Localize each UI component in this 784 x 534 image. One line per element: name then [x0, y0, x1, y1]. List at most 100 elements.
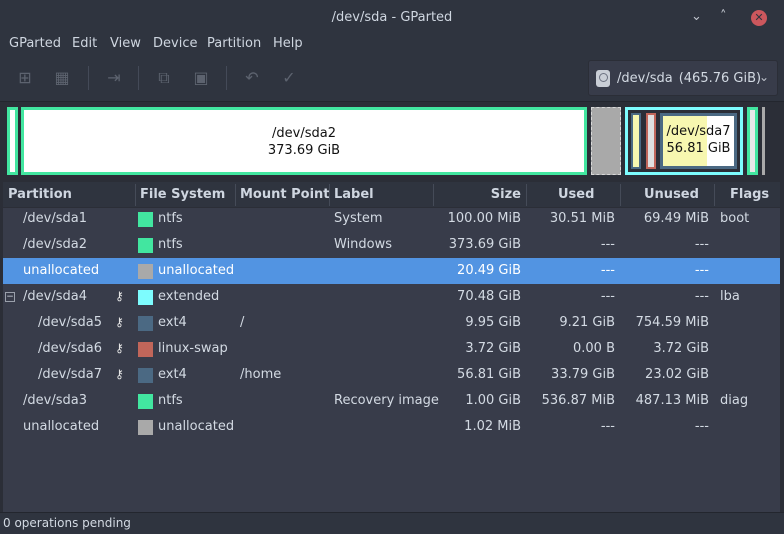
table-row[interactable]: /dev/sda1 ntfs System 100.00 MiB 30.51 M…	[3, 206, 780, 232]
mount-cell: /	[240, 315, 245, 330]
used-cell: ---	[600, 289, 615, 304]
flags-cell: lba	[720, 289, 740, 304]
menu-gparted[interactable]: GParted	[9, 36, 61, 51]
label-cell: Windows	[334, 237, 393, 252]
undo-icon[interactable]: ↶	[242, 68, 262, 88]
close-icon[interactable]: ✕	[751, 10, 767, 26]
status-bar: 0 operations pending	[0, 512, 784, 534]
diskmap-sda5-used	[633, 115, 639, 167]
new-partition-icon[interactable]: ⊞	[15, 68, 35, 88]
fs-color-swatch	[138, 342, 153, 357]
menu-device[interactable]: Device	[153, 36, 197, 51]
device-size: (465.76 GiB)	[678, 71, 762, 86]
unused-cell: ---	[694, 263, 709, 278]
menu-view[interactable]: View	[110, 36, 141, 51]
filesystem-cell: unallocated	[158, 263, 235, 278]
partition-cell: /dev/sda4	[23, 289, 87, 304]
diskmap-sda2[interactable]: /dev/sda2 373.69 GiB	[21, 107, 587, 175]
diskmap-sda4-extended[interactable]: /dev/sda7 56.81 GiB	[625, 107, 743, 175]
menu-help[interactable]: Help	[273, 36, 303, 51]
column-separator[interactable]	[433, 184, 434, 206]
key-icon: ⚷	[115, 341, 124, 355]
collapse-icon[interactable]: −	[5, 292, 15, 302]
used-cell: ---	[600, 237, 615, 252]
column-separator[interactable]	[714, 184, 715, 206]
device-label: /dev/sda (465.76 GiB)	[617, 71, 761, 86]
filesystem-cell: ext4	[158, 367, 187, 382]
title-bar: /dev/sda - GParted ⌄ ˄ ✕	[0, 0, 784, 36]
diskmap-sda7[interactable]: /dev/sda7 56.81 GiB	[660, 113, 737, 169]
key-icon: ⚷	[115, 367, 124, 381]
minimize-icon[interactable]: ⌄	[691, 9, 702, 25]
delete-partition-icon[interactable]: ▦	[52, 68, 72, 88]
partition-cell: /dev/sda7	[38, 367, 102, 382]
diskmap-sda6[interactable]	[646, 113, 656, 169]
partition-cell: /dev/sda5	[38, 315, 102, 330]
column-mount-point[interactable]: Mount Point	[240, 187, 330, 202]
column-separator[interactable]	[235, 184, 236, 206]
disk-map: /dev/sda2 373.69 GiB /dev/sda7 56.81 GiB	[0, 102, 784, 180]
unused-cell: 23.02 GiB	[645, 367, 709, 382]
table-row[interactable]: /dev/sda3 ntfs Recovery image 1.00 GiB 5…	[3, 388, 780, 414]
column-file-system[interactable]: File System	[140, 187, 225, 202]
table-row[interactable]: /dev/sda5 ⚷ ext4 / 9.95 GiB 9.21 GiB 754…	[3, 310, 780, 336]
toolbar-separator	[88, 66, 89, 90]
copy-icon[interactable]: ⧉	[154, 68, 174, 88]
diskmap-sda7-label: /dev/sda7 56.81 GiB	[660, 123, 737, 157]
chevron-down-icon: ⌄	[759, 70, 770, 84]
menu-partition[interactable]: Partition	[207, 36, 261, 51]
resize-move-icon[interactable]: ⇥	[104, 68, 124, 88]
diskmap-sda2-name: /dev/sda2	[272, 126, 336, 141]
used-cell: 30.51 MiB	[549, 211, 615, 226]
paste-icon[interactable]: ▣	[191, 68, 211, 88]
used-cell: 9.21 GiB	[559, 315, 615, 330]
used-cell: ---	[600, 419, 615, 434]
unused-cell: ---	[694, 237, 709, 252]
diskmap-unallocated[interactable]	[591, 107, 621, 175]
diskmap-sda2-size: 373.69 GiB	[267, 143, 341, 158]
diskmap-unallocated-end[interactable]	[762, 107, 765, 175]
diskmap-sda5[interactable]	[631, 113, 641, 169]
column-partition[interactable]: Partition	[8, 187, 72, 202]
partition-cell: unallocated	[23, 263, 100, 278]
size-cell: 9.95 GiB	[465, 315, 521, 330]
column-used[interactable]: Used	[558, 187, 594, 202]
menu-edit[interactable]: Edit	[72, 36, 97, 51]
size-cell: 1.00 GiB	[465, 393, 521, 408]
size-cell: 20.49 GiB	[457, 263, 521, 278]
unused-cell: ---	[694, 289, 709, 304]
table-row[interactable]: /dev/sda7 ⚷ ext4 /home 56.81 GiB 33.79 G…	[3, 362, 780, 388]
fs-color-swatch	[138, 238, 153, 253]
column-separator[interactable]	[135, 184, 136, 206]
table-row[interactable]: /dev/sda6 ⚷ linux-swap 3.72 GiB 0.00 B 3…	[3, 336, 780, 362]
diskmap-sda1[interactable]	[7, 107, 18, 175]
apply-icon[interactable]: ✓	[279, 68, 299, 88]
table-row[interactable]: − /dev/sda4 ⚷ extended 70.48 GiB --- ---…	[3, 284, 780, 310]
fs-color-swatch	[138, 420, 153, 435]
column-separator[interactable]	[526, 184, 527, 206]
filesystem-cell: extended	[158, 289, 220, 304]
used-cell: ---	[600, 263, 615, 278]
diskmap-sda6-fill	[648, 115, 654, 167]
fs-color-swatch	[138, 316, 153, 331]
table-row-selected[interactable]: unallocated unallocated 20.49 GiB --- --…	[3, 258, 780, 284]
maximize-icon[interactable]: ˄	[720, 9, 727, 25]
diskmap-sda2-label: /dev/sda2 373.69 GiB	[21, 125, 587, 159]
partition-cell: /dev/sda1	[23, 211, 87, 226]
diskmap-sda3[interactable]	[747, 107, 758, 175]
used-cell: 0.00 B	[573, 341, 615, 356]
filesystem-cell: unallocated	[158, 419, 235, 434]
partition-cell: /dev/sda3	[23, 393, 87, 408]
column-separator[interactable]	[329, 184, 330, 206]
column-size[interactable]: Size	[439, 187, 521, 202]
fs-color-swatch	[138, 264, 153, 279]
device-selector[interactable]: /dev/sda (465.76 GiB) ⌄	[588, 60, 778, 96]
column-unused[interactable]: Unused	[644, 187, 699, 202]
column-separator[interactable]	[620, 184, 621, 206]
column-flags[interactable]: Flags	[730, 187, 769, 202]
filesystem-cell: ntfs	[158, 237, 183, 252]
table-row[interactable]: /dev/sda2 ntfs Windows 373.69 GiB --- --…	[3, 232, 780, 258]
column-label[interactable]: Label	[334, 187, 374, 202]
filesystem-cell: linux-swap	[158, 341, 228, 356]
table-row[interactable]: unallocated unallocated 1.02 MiB --- ---	[3, 414, 780, 440]
